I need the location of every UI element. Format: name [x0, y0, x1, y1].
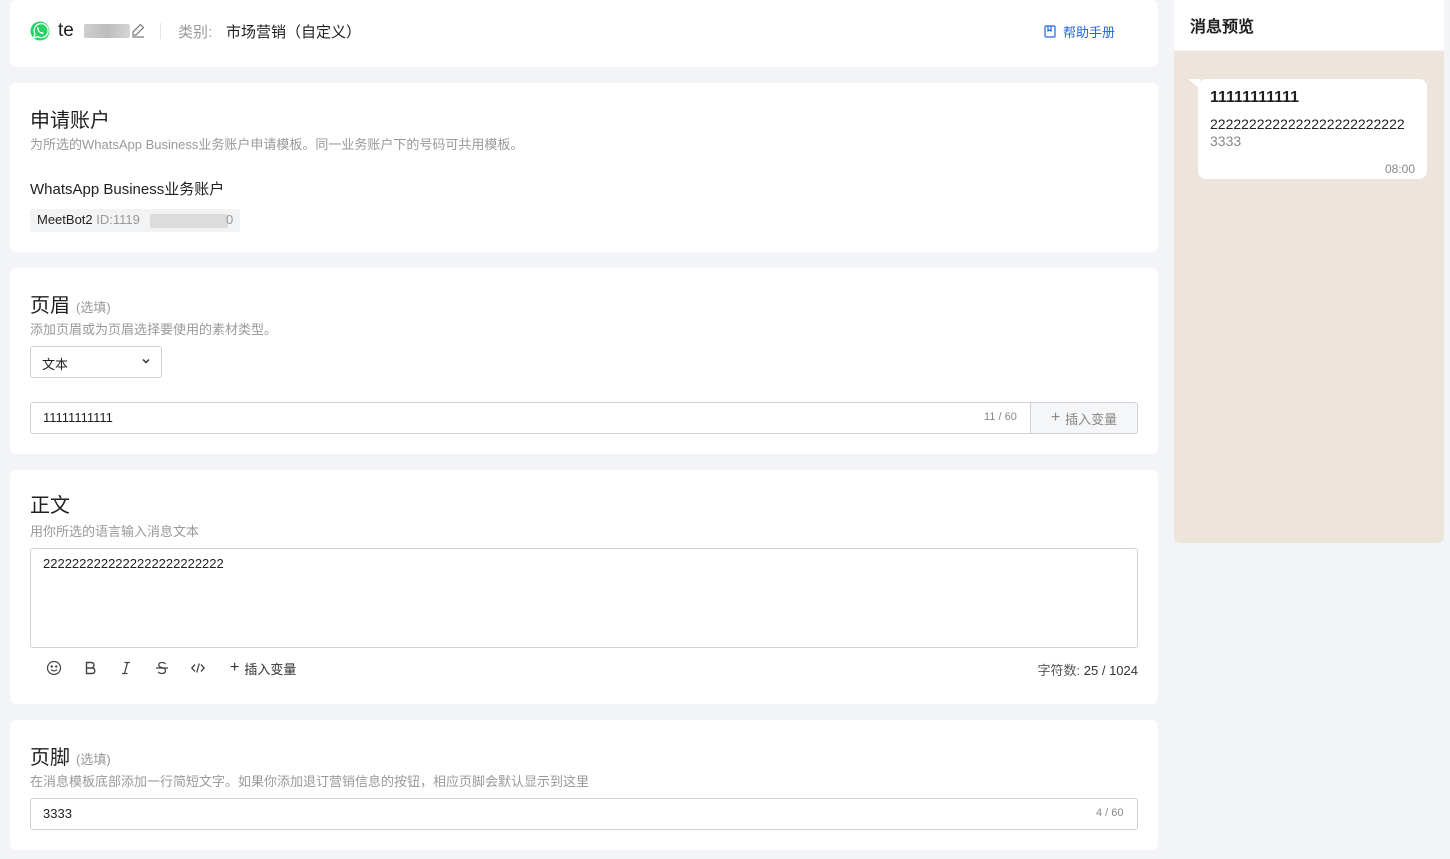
category-value: 市场营销（自定义）: [226, 24, 362, 41]
footer-description: 在消息模板底部添加一行简短文字。如果你添加退订营销信息的按钮，相应页脚会默认显示…: [30, 774, 590, 789]
char-count-label: 字符数:: [1037, 663, 1081, 678]
message-bubble: 11111111111 2222222222222222222222222 33…: [1198, 79, 1427, 179]
formatting-toolbar: + 插入变量: [36, 656, 296, 680]
header-char-counter: 11 / 60: [984, 411, 1017, 423]
bold-button[interactable]: [72, 656, 108, 680]
header-text-input[interactable]: 11111111111: [30, 402, 1031, 434]
redacted-id: [150, 214, 228, 228]
account-description: 为所选的WhatsApp Business业务账户申请模板。同一业务账户下的号码…: [30, 137, 524, 152]
page-header-title: 页眉 (选填): [30, 289, 111, 318]
preview-timestamp: 08:00: [1384, 162, 1415, 176]
account-card: 申请账户 为所选的WhatsApp Business业务账户申请模板。同一业务账…: [10, 83, 1158, 252]
account-name: MeetBot2: [37, 212, 93, 227]
header-type-value: 文本: [42, 357, 69, 372]
body-title: 正文: [30, 495, 70, 517]
italic-icon: [122, 661, 130, 675]
redacted-name: [84, 24, 130, 38]
emoji-icon: [46, 660, 62, 676]
strikethrough-button[interactable]: [144, 656, 180, 680]
insert-variable-label: 插入变量: [1065, 411, 1118, 427]
edit-icon[interactable]: [130, 22, 146, 38]
footer-text-value: 3333: [43, 806, 72, 821]
account-field-label: WhatsApp Business业务账户: [30, 181, 225, 198]
body-card: 正文 用你所选的语言输入消息文本 22222222222222222222222…: [10, 470, 1158, 704]
page-header-card: 页眉 (选填) 添加页眉或为页眉选择要使用的素材类型。 文本 1111111111…: [10, 268, 1158, 454]
preview-header: 消息预览: [1174, 0, 1444, 50]
preview-footer-text: 3333: [1210, 133, 1242, 149]
optional-tag: (选填): [76, 300, 111, 315]
help-manual-link[interactable]: 帮助手册: [1044, 22, 1115, 41]
category-label: 类别:: [178, 24, 213, 41]
emoji-button[interactable]: [36, 656, 72, 680]
plus-icon: +: [1050, 409, 1061, 426]
code-icon: [190, 663, 206, 673]
footer-char-counter: 4 / 60: [1096, 807, 1124, 819]
template-name: te: [58, 20, 74, 41]
preview-header-text: 11111111111: [1210, 89, 1300, 106]
footer-card: 页脚 (选填) 在消息模板底部添加一行简短文字。如果你添加退订营销信息的按钮，相应…: [10, 720, 1158, 850]
plus-icon: +: [230, 659, 240, 676]
strikethrough-icon: [156, 661, 168, 675]
book-icon: [1044, 25, 1056, 38]
char-count-value: 25 / 1024: [1083, 663, 1138, 678]
body-textarea[interactable]: 2222222222222222222222222: [30, 548, 1138, 648]
account-id: ID:1119: [96, 212, 140, 227]
whatsapp-icon: [30, 21, 50, 41]
body-description: 用你所选的语言输入消息文本: [30, 524, 200, 539]
optional-tag: (选填): [76, 752, 111, 767]
divider: [160, 23, 161, 39]
body-char-count: 字符数: 25 / 1024: [1038, 660, 1138, 679]
footer-title-text: 页脚: [30, 747, 70, 769]
template-header-card: te 类别: 市场营销（自定义） 帮助手册: [10, 0, 1158, 67]
insert-variable-label: 插入变量: [244, 661, 297, 677]
message-preview-pane: 11111111111 2222222222222222222222222 33…: [1174, 51, 1444, 543]
page-header-description: 添加页眉或为页眉选择要使用的素材类型。: [30, 322, 278, 337]
bold-icon: [85, 661, 96, 675]
header-insert-variable-button[interactable]: + 插入变量: [1030, 402, 1138, 434]
chevron-down-icon: [142, 358, 150, 364]
body-text-value: 2222222222222222222222222: [43, 556, 224, 571]
account-title: 申请账户: [30, 110, 110, 132]
header-text-value: 11111111111: [43, 410, 113, 425]
italic-button[interactable]: [108, 656, 144, 680]
page-header-title-text: 页眉: [30, 295, 70, 317]
code-button[interactable]: [180, 656, 216, 680]
body-insert-variable-button[interactable]: + 插入变量: [230, 659, 296, 678]
preview-body-text: 2222222222222222222222222: [1210, 116, 1405, 132]
account-chip: MeetBot2 ID:1119 0: [30, 209, 240, 232]
footer-text-input[interactable]: 3333: [30, 798, 1138, 830]
help-manual-label: 帮助手册: [1063, 25, 1116, 40]
preview-title: 消息预览: [1190, 19, 1255, 36]
footer-title: 页脚 (选填): [30, 741, 111, 770]
account-id-end: 0: [226, 212, 234, 227]
header-type-select[interactable]: 文本: [30, 346, 162, 378]
